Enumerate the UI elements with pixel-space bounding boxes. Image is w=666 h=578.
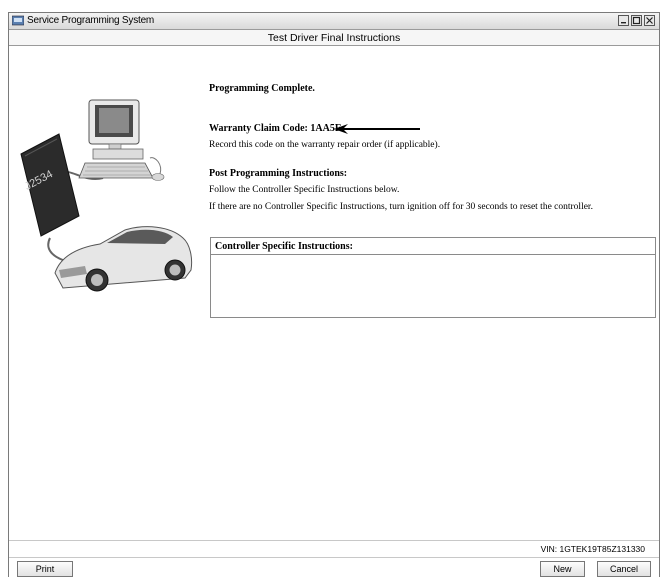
cancel-button[interactable]: Cancel	[597, 561, 651, 577]
post-instruction-1: Follow the Controller Specific Instructi…	[209, 185, 400, 195]
arrow-left-icon	[334, 124, 420, 134]
maximize-button[interactable]	[631, 15, 642, 26]
close-icon	[646, 17, 653, 24]
post-programming-heading: Post Programming Instructions:	[209, 168, 348, 179]
warranty-note: Record this code on the warranty repair …	[209, 140, 441, 150]
print-button[interactable]: Print	[17, 561, 73, 577]
button-bar: Print New Cancel	[9, 558, 659, 578]
status-heading: Programming Complete.	[209, 83, 315, 94]
app-icon	[12, 15, 24, 26]
maximize-icon	[632, 16, 641, 25]
window-title: Service Programming System	[27, 15, 155, 26]
minimize-button[interactable]	[618, 15, 629, 26]
vin-label: VIN: 1GTEK19T85Z131330	[540, 544, 645, 554]
warranty-claim-code: Warranty Claim Code: 1AA5F	[209, 123, 341, 134]
title-bar: Service Programming System	[9, 13, 659, 30]
page-header: Test Driver Final Instructions	[9, 30, 659, 46]
controller-instructions-box: Controller Specific Instructions:	[210, 237, 656, 318]
new-button[interactable]: New	[540, 561, 585, 577]
car-icon	[54, 226, 193, 292]
j2534-device-icon: J2534	[20, 133, 80, 237]
illustration: J2534	[20, 99, 193, 292]
page-title: Test Driver Final Instructions	[267, 32, 401, 44]
controller-instructions-title: Controller Specific Instructions:	[211, 238, 655, 255]
controller-instructions-content[interactable]	[211, 255, 655, 317]
status-bar: VIN: 1GTEK19T85Z131330	[9, 541, 659, 557]
minimize-icon	[621, 22, 626, 24]
computer-icon	[78, 99, 165, 181]
post-instruction-2: If there are no Controller Specific Inst…	[209, 202, 593, 212]
app-window: Service Programming System Test Driver F…	[8, 12, 660, 578]
close-button[interactable]	[644, 15, 655, 26]
